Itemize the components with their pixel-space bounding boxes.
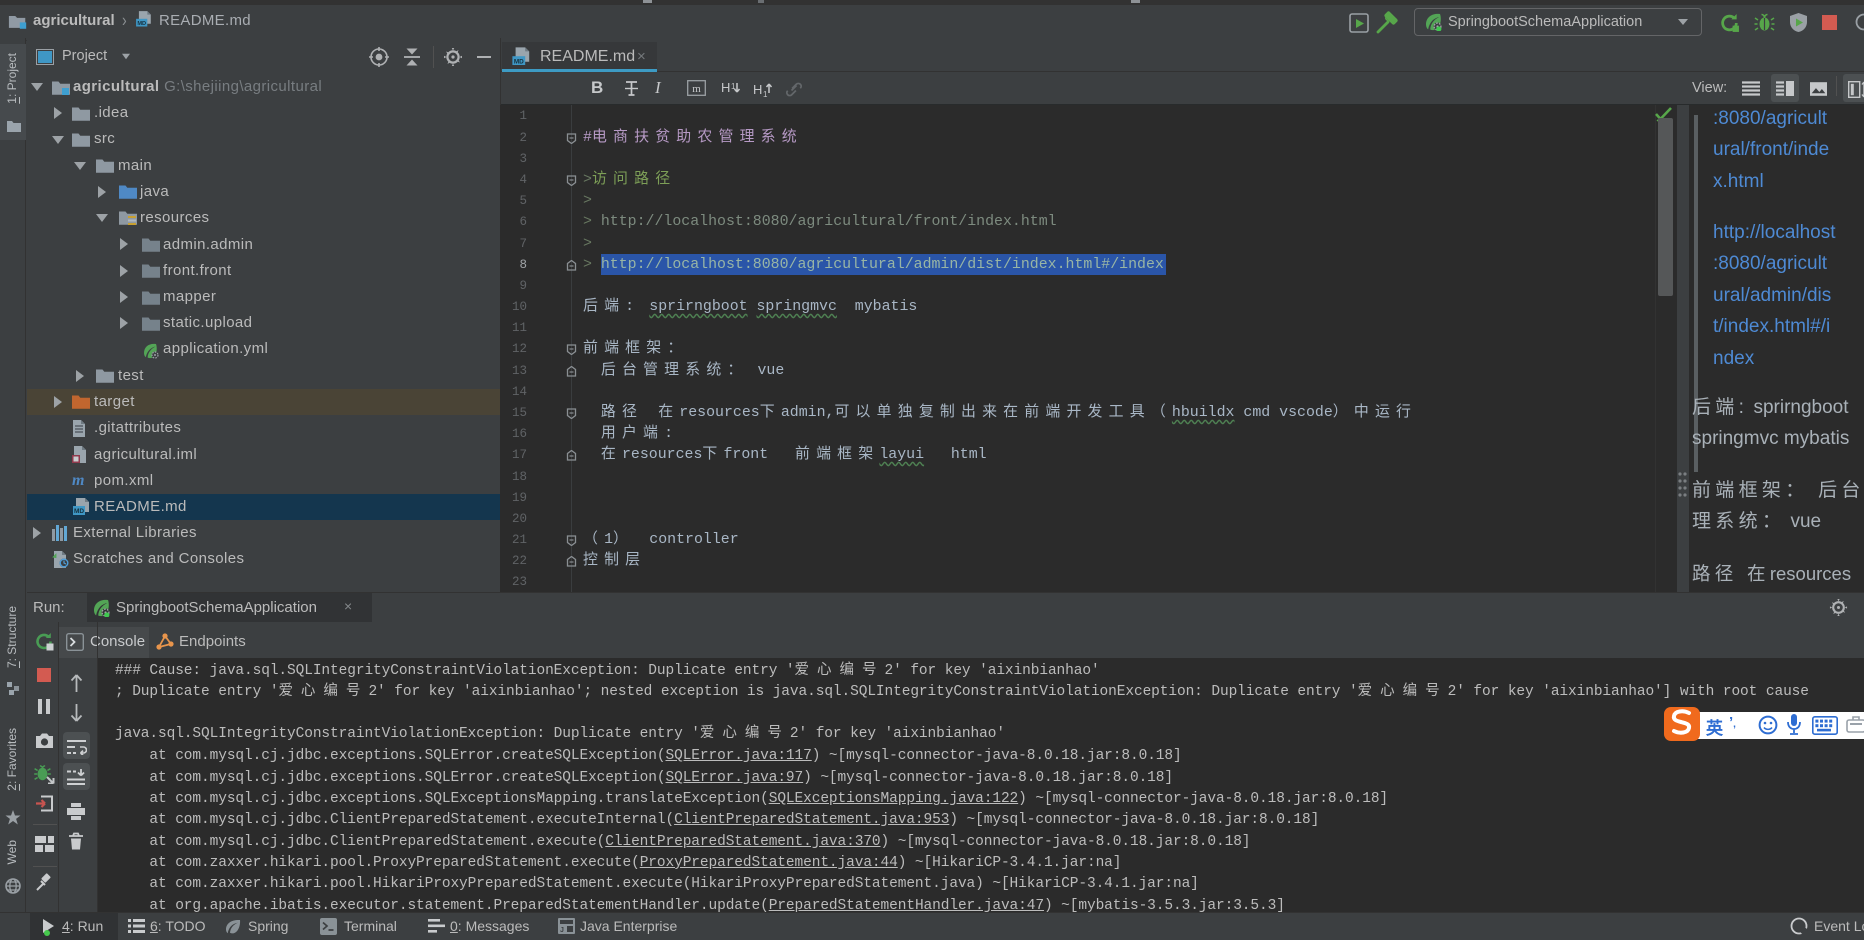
svg-text:MD: MD <box>514 58 524 65</box>
svg-text:J: J <box>560 927 564 934</box>
svg-text:MD: MD <box>137 21 146 27</box>
svg-text:1: 1 <box>763 90 768 97</box>
svg-text:MD: MD <box>74 508 84 515</box>
svg-text:m: m <box>692 83 701 95</box>
svg-text:H: H <box>753 82 762 97</box>
svg-text:H: H <box>721 80 730 95</box>
